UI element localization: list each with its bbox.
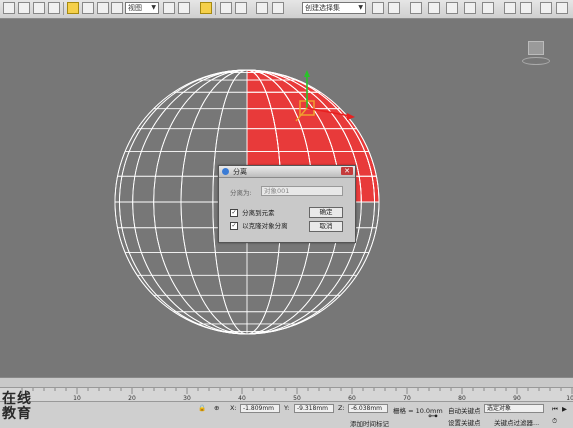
angle-snap-icon[interactable] [235, 2, 247, 14]
render-teapot-icon[interactable] [540, 2, 552, 14]
track-bar-ticks: 0102030405060708090100 [20, 388, 573, 402]
bind-space-warp-icon[interactable] [48, 2, 60, 14]
detach-to-element-option[interactable]: ✓ 分离到元素 [230, 207, 275, 217]
pivot-center-icon[interactable] [200, 2, 212, 14]
auto-key-label[interactable]: 自动关键点 [448, 405, 481, 415]
render-setup-icon[interactable] [482, 2, 494, 14]
y-coordinate-field[interactable]: -9.318mm [294, 404, 334, 413]
z-coordinate-field[interactable]: -6.038mm [348, 404, 388, 413]
undo-icon[interactable] [3, 2, 15, 14]
reference-coordinate-dropdown[interactable]: 视图 ▼ [125, 2, 159, 14]
viewcube-icon[interactable] [528, 41, 544, 55]
absolute-mode-icon[interactable]: ⊕ [214, 404, 219, 412]
named-selection-dropdown[interactable]: 创建选择集 ▼ [302, 2, 366, 14]
detach-to-element-checkbox[interactable]: ✓ [230, 209, 238, 217]
dialog-title: 分离 [233, 168, 247, 176]
main-toolbar: 视图 ▼ 创建选择集 ▼ [0, 0, 573, 19]
ok-button[interactable]: 确定 [309, 207, 343, 218]
key-icon[interactable]: ⊶ [428, 411, 438, 422]
y-label: Y: [284, 404, 290, 412]
selected-objects-dropdown[interactable]: 选定对象 [484, 404, 544, 413]
watermark-logo: 在线 教育 [2, 392, 32, 422]
select-and-move-icon[interactable] [163, 2, 175, 14]
x-coordinate-field[interactable]: -1.809mm [240, 404, 280, 413]
z-label: Z: [338, 404, 345, 412]
status-bar: 🔒 ⊕ X: -1.809mm Y: -9.318mm Z: -6.038mm … [0, 401, 573, 428]
chevron-down-icon: ▼ [151, 4, 156, 11]
unlink-icon[interactable] [33, 2, 45, 14]
detach-name-input[interactable]: 对象001 [261, 186, 343, 196]
layer-manager-icon[interactable] [410, 2, 422, 14]
help-icon[interactable] [556, 2, 568, 14]
detach-as-clone-label: 以克隆对象分离 [242, 222, 288, 230]
named-selection-value: 创建选择集 [305, 4, 340, 12]
align-icon[interactable] [388, 2, 400, 14]
play-icon[interactable]: ▶ [562, 405, 567, 413]
time-slider[interactable] [0, 377, 573, 387]
go-to-start-icon[interactable]: ⏮ [552, 405, 558, 414]
watermark-line2: 教育 [2, 406, 32, 422]
dialog-title-bar[interactable]: 分离 ✕ [219, 166, 355, 178]
cancel-button[interactable]: 取消 [309, 221, 343, 232]
select-and-rotate-icon[interactable] [178, 2, 190, 14]
window-crossing-icon[interactable] [111, 2, 123, 14]
reference-coordinate-value: 视图 [128, 4, 142, 12]
spinner-snap-icon[interactable] [272, 2, 284, 14]
rendered-frame-icon[interactable] [504, 2, 516, 14]
render-production-icon[interactable] [520, 2, 532, 14]
viewcube-compass[interactable] [522, 57, 550, 65]
detach-dialog: 分离 ✕ 分离为: 对象001 ✓ 分离到元素 ✓ 以克隆对象分离 确定 取消 [218, 165, 356, 243]
material-editor-icon[interactable] [464, 2, 476, 14]
select-by-name-icon[interactable] [82, 2, 94, 14]
watermark-line1: 在线 [2, 391, 32, 407]
key-filters-button[interactable]: 关键点过滤器... [494, 417, 539, 427]
detach-as-label: 分离为: [230, 189, 252, 197]
select-object-icon[interactable] [67, 2, 79, 14]
lock-selection-icon[interactable]: 🔒 [198, 404, 206, 412]
snap-toggle-icon[interactable] [220, 2, 232, 14]
detach-as-clone-option[interactable]: ✓ 以克隆对象分离 [230, 220, 288, 230]
schematic-view-icon[interactable] [446, 2, 458, 14]
close-icon[interactable]: ✕ [341, 167, 353, 175]
detach-to-element-label: 分离到元素 [242, 209, 275, 217]
app-icon [222, 168, 229, 175]
mirror-icon[interactable] [372, 2, 384, 14]
track-bar[interactable]: 0102030405060708090100 [0, 387, 573, 402]
detach-as-clone-checkbox[interactable]: ✓ [230, 222, 238, 230]
time-config-icon[interactable]: ⏱ [552, 417, 557, 426]
set-key-label[interactable]: 设置关键点 [448, 417, 481, 427]
percent-snap-icon[interactable] [256, 2, 268, 14]
x-label: X: [230, 404, 237, 412]
select-link-icon[interactable] [18, 2, 30, 14]
rectangle-selection-icon[interactable] [97, 2, 109, 14]
chevron-down-icon: ▼ [358, 4, 363, 11]
curve-editor-icon[interactable] [428, 2, 440, 14]
